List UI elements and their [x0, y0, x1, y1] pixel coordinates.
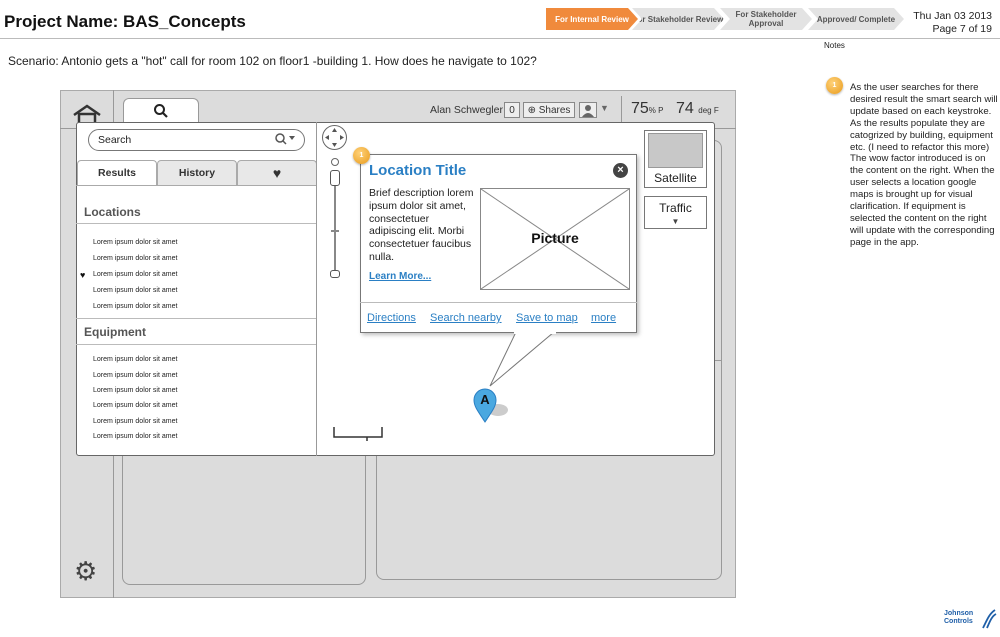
search-input[interactable]: Search: [88, 129, 305, 151]
map-marker[interactable]: A: [473, 388, 511, 429]
satellite-label: Satellite: [654, 171, 697, 185]
user-avatar[interactable]: [579, 102, 597, 118]
gear-icon[interactable]: ⚙: [74, 558, 97, 584]
location-item[interactable]: Lorem ipsum dolor sit amet: [93, 303, 177, 310]
avatar-icon: [582, 105, 594, 117]
stage-approved-complete: Approved/ Complete: [808, 8, 904, 30]
project-title: Project Name: BAS_Concepts: [4, 12, 246, 31]
results-map-divider: [316, 122, 317, 456]
date-page-info: Thu Jan 03 2013 Page 7 of 19: [913, 10, 992, 36]
section-divider: [76, 344, 317, 345]
plus-icon: ⊕: [527, 104, 539, 116]
more-link[interactable]: more: [591, 312, 616, 324]
notification-count[interactable]: 0: [504, 102, 520, 118]
section-divider: [76, 223, 317, 224]
equipment-item[interactable]: Lorem ipsum dolor sit amet: [93, 418, 177, 425]
humidity-unit: % P: [648, 106, 664, 115]
note-text: As the user searches for there desired r…: [850, 82, 998, 248]
location-item[interactable]: Lorem ipsum dolor sit amet: [93, 287, 177, 294]
date-text: Thu Jan 03 2013: [913, 10, 992, 22]
tab-results[interactable]: Results: [77, 160, 157, 185]
tab-baseline: [76, 185, 317, 186]
shares-button[interactable]: ⊕ Shares: [523, 102, 575, 118]
traffic-button[interactable]: Traffic ▼: [644, 196, 707, 229]
zoom-in-button[interactable]: [331, 158, 339, 166]
search-icon: [154, 104, 168, 118]
equipment-item[interactable]: Lorem ipsum dolor sit amet: [93, 433, 177, 440]
popup-badge: 1: [353, 147, 370, 164]
location-item[interactable]: Lorem ipsum dolor sit amet: [93, 239, 177, 246]
location-item[interactable]: Lorem ipsum dolor sit amet: [93, 271, 177, 278]
chevron-down-icon: ▼: [671, 217, 680, 226]
logo-mark-icon: [981, 608, 997, 635]
equipment-item[interactable]: Lorem ipsum dolor sit amet: [93, 372, 177, 379]
stage-stakeholder-approval: For Stakeholder Approval: [720, 8, 812, 30]
search-tab[interactable]: [123, 98, 199, 124]
directions-link[interactable]: Directions: [367, 312, 416, 324]
tab-history[interactable]: History: [157, 160, 237, 185]
zoom-tick: [331, 230, 339, 232]
logo-line2: Controls: [944, 618, 973, 625]
humidity-value: 75: [631, 100, 649, 117]
header-divider: [0, 38, 1000, 39]
pan-arrows-icon: [325, 128, 344, 147]
temperature-value: 74: [676, 100, 694, 117]
logo-line1: Johnson: [944, 610, 974, 617]
stage-stakeholder-review: For Stakeholder Review: [632, 8, 724, 30]
scenario-text: Scenario: Antonio gets a "hot" call for …: [8, 54, 537, 68]
favorite-heart-icon: ♥: [80, 270, 86, 280]
equipment-item[interactable]: Lorem ipsum dolor sit amet: [93, 356, 177, 363]
location-item[interactable]: Lorem ipsum dolor sit amet: [93, 255, 177, 262]
chevron-down-icon[interactable]: ▼: [600, 103, 609, 113]
humidity-reading: 75% P: [631, 100, 663, 118]
close-icon[interactable]: ×: [613, 163, 628, 178]
zoom-slider-handle[interactable]: [330, 170, 340, 186]
map-scale-icon: [333, 425, 383, 441]
zoom-out-button[interactable]: [330, 270, 340, 278]
equipment-item[interactable]: Lorem ipsum dolor sit amet: [93, 402, 177, 409]
marker-label: A: [480, 392, 490, 407]
search-dropdown-icon[interactable]: [274, 132, 298, 149]
pan-control[interactable]: [322, 125, 347, 150]
learn-more-link[interactable]: Learn More...: [369, 271, 431, 282]
user-name[interactable]: Alan Schwegler: [430, 104, 503, 116]
section-divider: [76, 318, 317, 319]
heart-icon: ♥: [272, 165, 282, 181]
popup-title: Location Title: [369, 162, 467, 179]
page-number: Page 7 of 19: [932, 23, 992, 35]
temp-divider: [621, 96, 622, 124]
stage-internal-review: For Internal Review: [546, 8, 638, 30]
section-equipment-title: Equipment: [84, 325, 146, 339]
picture-label: Picture: [531, 230, 579, 246]
popup-pointer: [486, 331, 558, 393]
popup-divider: [360, 302, 637, 303]
save-to-map-link[interactable]: Save to map: [516, 312, 578, 324]
notes-label: Notes: [824, 41, 845, 50]
popup-description: Brief description lorem ipsum dolor sit …: [369, 187, 474, 263]
search-nearby-link[interactable]: Search nearby: [430, 312, 502, 324]
equipment-item[interactable]: Lorem ipsum dolor sit amet: [93, 387, 177, 394]
note-badge: 1: [826, 77, 843, 94]
temperature-reading: 74 deg F: [676, 100, 719, 118]
temperature-unit: deg F: [698, 106, 719, 115]
company-logo: Johnson Controls: [944, 610, 973, 626]
shares-label: Shares: [538, 104, 571, 116]
traffic-label: Traffic: [659, 201, 692, 215]
satellite-thumbnail: [648, 133, 703, 168]
section-locations-title: Locations: [84, 205, 141, 219]
tab-favorites[interactable]: ♥: [237, 160, 317, 185]
